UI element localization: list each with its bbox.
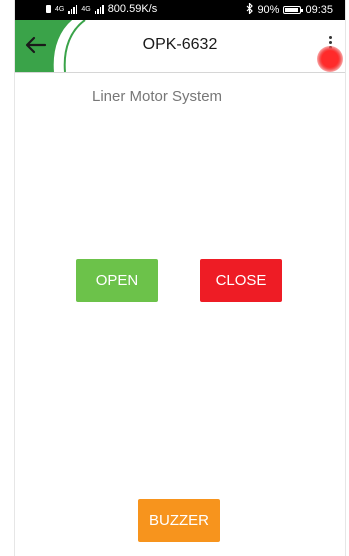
phone-frame: 4G 4G 800.59K/s 90% 09:35 OPK-6632 Liner… (0, 0, 349, 556)
open-button[interactable]: OPEN (76, 259, 158, 302)
app-screen: 4G 4G 800.59K/s 90% 09:35 OPK-6632 Liner… (14, 0, 346, 556)
signal-strength-icon-2 (94, 4, 104, 14)
network-type-2: 4G (81, 5, 91, 13)
network-type-1: 4G (55, 5, 65, 13)
system-subtitle: Liner Motor System (92, 88, 223, 105)
app-bar: OPK-6632 (15, 20, 345, 73)
clock: 09:35 (305, 4, 333, 16)
battery-icon (283, 6, 304, 14)
sim-card-icon (46, 5, 51, 13)
close-button[interactable]: CLOSE (200, 259, 282, 302)
buzzer-button[interactable]: BUZZER (138, 499, 220, 542)
status-bar-right: 90% 09:35 (246, 2, 333, 17)
signal-strength-icon (68, 4, 78, 14)
network-speed: 800.59K/s (107, 3, 158, 15)
battery-percent: 90% (257, 4, 280, 16)
status-bar: 4G 4G 800.59K/s 90% 09:35 (15, 0, 345, 20)
status-bar-left: 4G 4G 800.59K/s (46, 3, 157, 15)
bluetooth-icon (246, 2, 254, 17)
battery-fill (285, 8, 299, 12)
connection-status-indicator (317, 46, 343, 72)
page-title: OPK-6632 (142, 36, 218, 53)
